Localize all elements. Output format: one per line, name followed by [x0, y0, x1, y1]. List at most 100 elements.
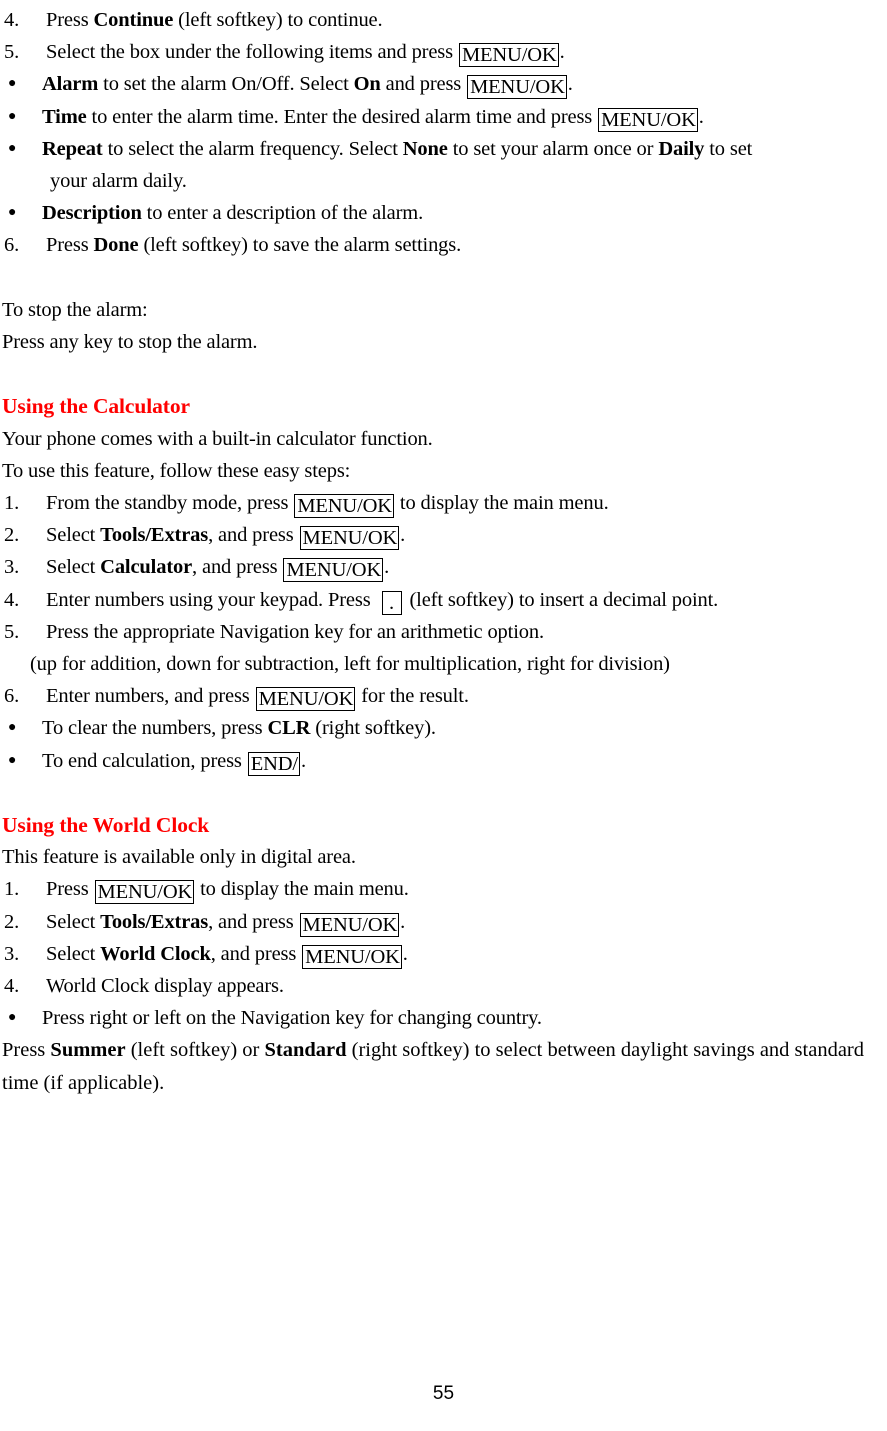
page-content: 4. Press Continue (left softkey) to cont… [2, 4, 880, 1099]
key-label-menu-ok: MENU/OK [94, 880, 195, 905]
list-item-calc-step-6: 6. Enter numbers, and press MENU/OK for … [2, 680, 880, 712]
text-fragment: and press [380, 73, 467, 96]
bullet-item-text: To end calculation, press END/. [42, 745, 306, 777]
list-item-text: Select Tools/Extras, and press MENU/OK. [46, 519, 405, 551]
list-item-wc-step-1: 1. Press MENU/OK to display the main men… [2, 873, 880, 905]
text-fragment: Select [46, 910, 101, 933]
bullet-item-text: Description to enter a description of th… [42, 197, 423, 229]
bullet-item-text-continued: your alarm daily. [50, 170, 187, 193]
bullet-item-text: Press right or left on the Navigation ke… [42, 1007, 542, 1030]
bullet-item-text: Time to enter the alarm time. Enter the … [42, 101, 704, 133]
paragraph-text: Your phone comes with a built-in calcula… [2, 427, 433, 450]
bold-menu-calculator: Calculator [100, 556, 193, 579]
text-fragment: to set your alarm once or [447, 137, 659, 160]
text-fragment: (left softkey) to save the alarm setting… [138, 234, 462, 257]
list-item-calc-step-3: 3. Select Calculator, and press MENU/OK. [2, 551, 880, 583]
text-fragment: , and press [208, 910, 299, 933]
world-clock-intro: This feature is available only in digita… [2, 841, 880, 873]
list-item-text: From the standby mode, press MENU/OK to … [46, 487, 609, 519]
list-marker: 4. [4, 975, 20, 998]
bullet-item-nav-country: ● Press right or left on the Navigation … [2, 1002, 880, 1034]
bold-menu-tools-extras: Tools/Extras [100, 524, 209, 547]
list-marker: 5. [4, 41, 20, 64]
list-marker: 3. [4, 556, 20, 579]
text-fragment: , and press [210, 942, 302, 965]
text-fragment: . [698, 105, 704, 128]
text-fragment: . [384, 556, 390, 579]
bullet-item-description: ● Description to enter a description of … [2, 197, 880, 229]
list-marker: 2. [4, 524, 20, 547]
paragraph-text: Press any key to stop the alarm. [2, 331, 258, 354]
text-fragment: Enter numbers, and press [46, 685, 255, 708]
list-marker: 1. [4, 878, 20, 901]
paragraph-text: (up for addition, down for subtraction, … [30, 653, 670, 676]
list-marker: 3. [4, 942, 20, 965]
text-fragment: . [400, 524, 406, 547]
paragraph-text: This feature is available only in digita… [2, 846, 356, 869]
bullet-icon: ● [8, 108, 17, 124]
text-fragment: to enter a description of the alarm. [141, 202, 424, 225]
list-marker: 6. [4, 685, 20, 708]
bullet-item-text: Repeat to select the alarm frequency. Se… [42, 133, 752, 165]
text-fragment: Press [2, 1039, 51, 1062]
list-item-calc-step-5: 5. Press the appropriate Navigation key … [2, 616, 880, 648]
list-item-calc-step-4: 4. Enter numbers using your keypad. Pres… [2, 584, 880, 616]
section-heading-world-clock: Using the World Clock [2, 813, 210, 838]
bold-menu-time: Time [42, 105, 87, 128]
bold-key-clr: CLR [267, 717, 311, 740]
stop-alarm-title: To stop the alarm: [2, 294, 880, 326]
calculator-intro-line-1: Your phone comes with a built-in calcula… [2, 423, 880, 455]
list-item-text: Press Continue (left softkey) to continu… [46, 4, 383, 36]
stop-alarm-text: Press any key to stop the alarm. [2, 326, 880, 358]
list-item-alarm-step-4: 4. Press Continue (left softkey) to cont… [2, 4, 880, 36]
bold-option-daily: Daily [658, 137, 705, 160]
bullet-icon: ● [8, 140, 17, 156]
list-marker: 6. [4, 234, 20, 257]
list-item-text: Enter numbers, and press MENU/OK for the… [46, 680, 469, 712]
text-fragment: to set [704, 137, 753, 160]
bullet-item-repeat: ● Repeat to select the alarm frequency. … [2, 133, 880, 165]
text-fragment: to display the main menu. [195, 878, 409, 901]
text-fragment: to select the alarm frequency. Select [102, 137, 403, 160]
text-fragment: Select [46, 524, 101, 547]
list-marker: 2. [4, 910, 20, 933]
list-marker: 5. [4, 620, 20, 643]
text-fragment: . [567, 73, 573, 96]
bullet-item-text: To clear the numbers, press CLR (right s… [42, 712, 436, 744]
text-fragment: (right softkey). [310, 717, 436, 740]
list-item-text: Press MENU/OK to display the main menu. [46, 873, 409, 905]
bullet-icon: ● [8, 1010, 17, 1026]
text-fragment: . [559, 41, 565, 64]
bullet-icon: ● [8, 76, 17, 92]
list-item-text: World Clock display appears. [46, 975, 284, 998]
key-label-menu-ok: MENU/OK [299, 526, 400, 551]
bold-key-done: Done [93, 234, 139, 257]
text-fragment: To end calculation, press [42, 749, 247, 772]
list-marker: 4. [4, 588, 20, 611]
bullet-item-repeat-line2: your alarm daily. [2, 165, 880, 197]
bold-menu-alarm: Alarm [42, 73, 99, 96]
paragraph-text: To stop the alarm: [2, 298, 148, 321]
text-fragment: . [402, 942, 408, 965]
text-fragment: Press [46, 9, 94, 31]
text-fragment: (left softkey) to insert a decimal point… [409, 588, 719, 611]
list-item-text: Select the box under the following items… [46, 36, 565, 68]
list-item-text: Select World Clock, and press MENU/OK. [46, 938, 408, 970]
key-label-decimal-point: . [381, 590, 402, 615]
key-label-menu-ok: MENU/OK [294, 494, 394, 519]
text-fragment: . [300, 749, 306, 772]
text-fragment: Enter numbers using your keypad. Press [46, 588, 376, 611]
bullet-icon: ● [8, 720, 17, 736]
page-number: 55 [432, 1383, 455, 1404]
bold-menu-repeat: Repeat [42, 137, 103, 160]
key-label-menu-ok: MENU/OK [255, 687, 356, 712]
text-fragment: Select [46, 942, 101, 965]
text-fragment: Select the box under the following items… [46, 41, 458, 64]
text-fragment: . [400, 910, 406, 933]
text-fragment: To clear the numbers, press [42, 717, 268, 740]
list-item-calc-step-2: 2. Select Tools/Extras, and press MENU/O… [2, 519, 880, 551]
list-item-text: Press the appropriate Navigation key for… [46, 620, 544, 643]
list-item-text: Select Tools/Extras, and press MENU/OK. [46, 906, 405, 938]
text-fragment: , and press [208, 524, 299, 547]
